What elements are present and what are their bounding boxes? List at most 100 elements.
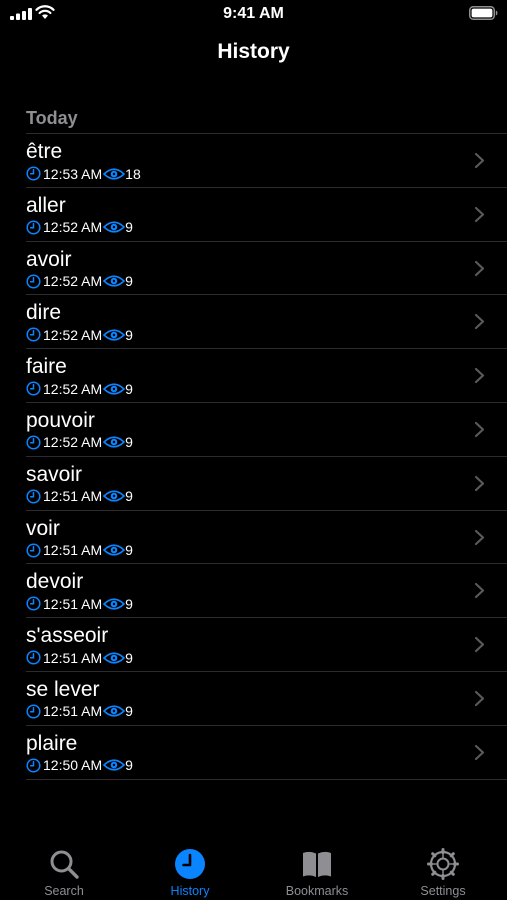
tab-settings[interactable]: Settings [393, 848, 493, 898]
history-view-count: 9 [125, 595, 133, 612]
chevron-right-icon [474, 529, 485, 545]
chevron-right-icon [474, 314, 485, 330]
eye-icon [103, 167, 126, 180]
tab-label-history: History [170, 884, 210, 898]
history-word: savoir [26, 462, 83, 486]
history-row[interactable]: se lever 12:51 AM 9 [26, 672, 507, 726]
history-view-count: 18 [125, 165, 141, 182]
battery-icon [469, 6, 498, 20]
chevron-right-icon [474, 421, 485, 438]
clock-icon [175, 849, 205, 879]
eye-icon [103, 490, 126, 502]
history-view-count: 9 [125, 542, 133, 559]
clock-icon [26, 327, 41, 342]
history-time: 12:51 AM [43, 703, 103, 720]
tab-label-settings: Settings [420, 884, 466, 898]
chevron-right-icon [474, 690, 485, 707]
history-word: s'asseoir [26, 624, 109, 648]
history-time: 12:53 AM [43, 165, 103, 182]
history-meta: 12:53 AM 18 [26, 165, 141, 182]
history-meta: 12:52 AM 9 [26, 219, 133, 236]
history-row[interactable]: voir 12:51 AM 9 [26, 511, 507, 565]
chevron-right-icon [474, 583, 485, 599]
history-word: faire [26, 355, 67, 379]
eye-icon [103, 544, 126, 556]
history-view-count: 9 [125, 219, 133, 236]
history-meta: 12:50 AM 9 [26, 757, 133, 774]
history-word: se lever [26, 677, 100, 701]
history-time: 12:50 AM [43, 757, 103, 774]
tab-label-search: Search [44, 884, 84, 898]
history-list: être 12:53 AM 18 aller 12:52 AM 9 avoir 12:52 A… [26, 133, 507, 780]
history-row[interactable]: plaire 12:50 AM 9 [26, 726, 507, 780]
history-time: 12:52 AM [43, 380, 103, 397]
history-view-count: 9 [125, 649, 133, 666]
history-row[interactable]: pouvoir 12:52 AM 9 [26, 403, 507, 457]
book-icon [303, 851, 331, 877]
status-time: 9:41 AM [223, 5, 284, 22]
history-view-count: 9 [125, 434, 133, 451]
eye-icon [103, 275, 126, 287]
chevron-right-icon [474, 152, 485, 169]
chevron-right-icon [474, 637, 485, 653]
history-row[interactable]: faire 12:52 AM 9 [26, 349, 507, 403]
history-word: devoir [26, 570, 84, 594]
tab-bar: Search History Bookmarks Settings [0, 836, 507, 900]
history-view-count: 9 [125, 380, 133, 397]
eye-icon [103, 598, 126, 610]
clock-icon [26, 758, 41, 773]
history-meta: 12:52 AM 9 [26, 326, 133, 343]
history-view-count: 9 [125, 488, 133, 505]
tab-bookmarks[interactable]: Bookmarks [267, 848, 367, 898]
history-meta: 12:52 AM 9 [26, 434, 133, 451]
history-row[interactable]: devoir 12:51 AM 9 [26, 564, 507, 619]
history-view-count: 9 [125, 757, 133, 774]
tab-search[interactable]: Search [14, 848, 114, 898]
chevron-right-icon [474, 744, 485, 760]
eye-icon [103, 436, 126, 449]
history-time: 12:51 AM [43, 488, 103, 505]
history-view-count: 9 [125, 703, 133, 720]
eye-icon [103, 759, 126, 771]
history-time: 12:52 AM [43, 273, 103, 290]
history-time: 12:52 AM [43, 219, 103, 236]
history-time: 12:51 AM [43, 595, 103, 612]
clock-icon [26, 543, 41, 558]
chevron-right-icon [474, 260, 485, 276]
clock-icon [26, 381, 41, 396]
history-word: être [26, 140, 63, 163]
history-row[interactable]: avoir 12:52 AM 9 [26, 242, 507, 296]
history-time: 12:51 AM [43, 542, 103, 559]
clock-icon [26, 166, 41, 181]
clock-icon [26, 489, 41, 504]
history-word: pouvoir [26, 408, 95, 432]
history-time: 12:52 AM [43, 434, 103, 451]
history-row[interactable]: s'asseoir 12:51 AM 9 [26, 618, 507, 672]
clock-icon [26, 650, 41, 665]
tab-history[interactable]: History [140, 848, 240, 898]
history-meta: 12:52 AM 9 [26, 273, 133, 290]
chevron-right-icon [474, 206, 485, 222]
eye-icon [103, 221, 126, 233]
history-word: aller [26, 193, 66, 217]
search-icon [50, 850, 79, 879]
eye-icon [103, 329, 126, 341]
clock-icon [26, 704, 41, 719]
chevron-right-icon [474, 475, 485, 491]
history-row[interactable]: savoir 12:51 AM 9 [26, 457, 507, 511]
history-row[interactable]: dire 12:52 AM 9 [26, 295, 507, 350]
tab-label-bookmarks: Bookmarks [285, 884, 349, 898]
history-view-count: 9 [125, 326, 133, 343]
history-row[interactable]: être 12:53 AM 18 [26, 134, 507, 188]
clock-icon [26, 274, 41, 289]
history-meta: 12:51 AM 9 [26, 488, 133, 505]
history-word: dire [26, 301, 62, 325]
eye-icon [103, 652, 126, 664]
history-meta: 12:51 AM 9 [26, 595, 133, 612]
history-row[interactable]: aller 12:52 AM 9 [26, 188, 507, 242]
gear-icon [427, 848, 459, 880]
history-meta: 12:52 AM 9 [26, 380, 133, 397]
history-word: voir [26, 516, 60, 540]
history-time: 12:51 AM [43, 649, 103, 666]
history-word: avoir [26, 247, 72, 271]
